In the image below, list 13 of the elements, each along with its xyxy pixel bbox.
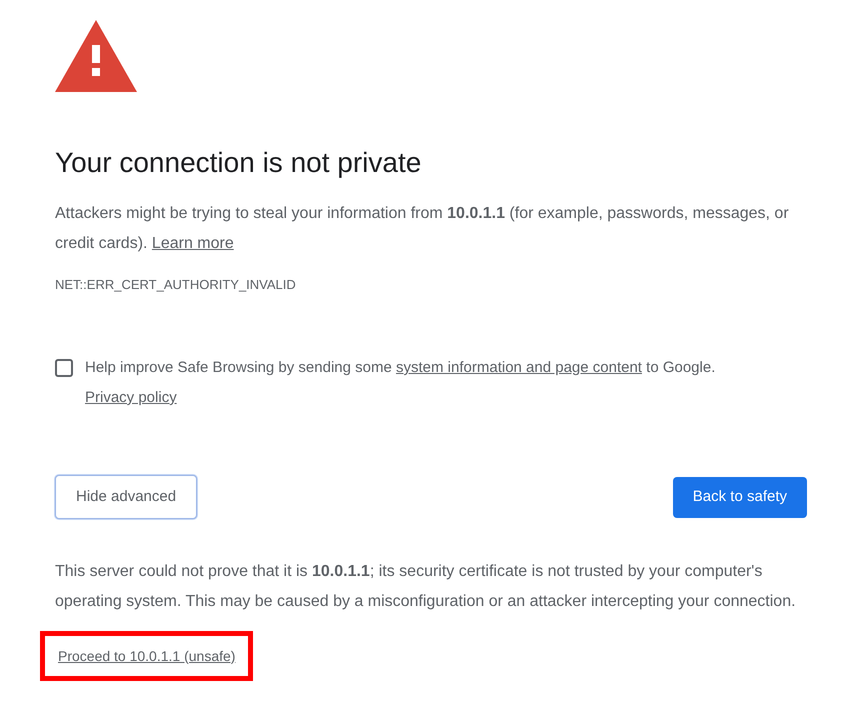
proceed-link[interactable]: Proceed to 10.0.1.1 (unsafe) (58, 646, 236, 666)
back-button[interactable]: Back to safety (672, 476, 807, 518)
warning-icon (55, 20, 137, 92)
page-heading: Your connection is not private (55, 146, 422, 180)
privacy-policy-link[interactable]: Privacy policy (85, 383, 177, 413)
checkbox[interactable] (55, 359, 73, 377)
hide-advanced-button[interactable]: Hide advanced (55, 475, 198, 519)
error-code: NET::ERR_CERT_AUTHORITY_INVALID (55, 276, 296, 294)
system-information-link[interactable]: system information and page content (396, 359, 642, 376)
details-text: This server could not prove that it is 10.0.1.1; its security certificate is not trusted by your computer's operating system. This may be caused by a misconfiguration or an attacker intercepting your connection. (55, 562, 797, 612)
learn-more-link[interactable]: Learn more (152, 235, 234, 252)
warning-message: Attackers might be trying to steal your information from 10.0.1.1 (for example, passwords, messages, or credit cards). Learn more (55, 204, 790, 254)
safe-browsing-text: Help improve Safe Browsing by sending some system information and page content to Google. (85, 358, 716, 378)
